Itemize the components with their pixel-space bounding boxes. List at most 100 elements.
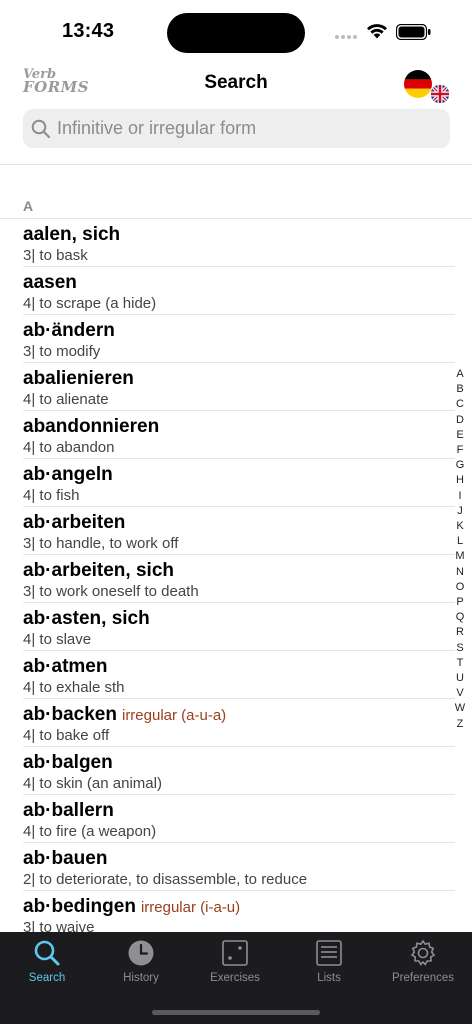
verb-meaning: 4| to slave bbox=[23, 631, 92, 648]
index-letter[interactable]: W bbox=[455, 701, 465, 716]
verb-meaning: 4| to scrape (a hide) bbox=[23, 295, 157, 312]
index-letter[interactable]: F bbox=[457, 443, 464, 458]
index-letter[interactable]: U bbox=[456, 671, 464, 686]
list-item[interactable]: abandonnieren 4| to abandon bbox=[23, 411, 455, 459]
status-bar: 13:43 bbox=[0, 0, 472, 64]
tab-search[interactable]: Search bbox=[0, 932, 94, 992]
verb-meaning: 3| to handle, to work off bbox=[23, 535, 179, 552]
tab-label: Lists bbox=[317, 972, 341, 984]
verb-headword: ab·ballern bbox=[23, 800, 114, 822]
language-switch-button[interactable] bbox=[404, 70, 450, 104]
index-letter[interactable]: E bbox=[456, 428, 463, 443]
index-letter[interactable]: C bbox=[456, 397, 464, 412]
verb-meaning: 2| to deteriorate, to disassemble, to re… bbox=[23, 871, 308, 888]
list-item[interactable]: ab·asten, sich 4| to slave bbox=[23, 603, 455, 651]
clock-icon bbox=[128, 940, 154, 966]
list-item[interactable]: ab·balgen 4| to skin (an animal) bbox=[23, 747, 455, 795]
search-icon bbox=[34, 940, 60, 966]
index-letter[interactable]: S bbox=[456, 641, 463, 656]
list-item[interactable]: ab·atmen 4| to exhale sth bbox=[23, 651, 455, 699]
list-item[interactable]: ab·arbeiten 3| to handle, to work off bbox=[23, 507, 455, 555]
verb-meaning: 3| to work oneself to death bbox=[23, 583, 199, 600]
index-letter[interactable]: I bbox=[458, 489, 461, 504]
verb-infinitive: ab·arbeiten bbox=[23, 512, 126, 533]
list-item[interactable]: ab·bedingen irregular (i-a-u) 3| to waive bbox=[23, 891, 455, 932]
list-item[interactable]: aalen, sich 3| to bask bbox=[23, 219, 455, 267]
navigation-bar: Verb FORMS Search bbox=[0, 64, 472, 104]
index-letter[interactable]: V bbox=[456, 686, 463, 701]
verb-infinitive: aalen, sich bbox=[23, 224, 121, 245]
verb-list[interactable]: A aalen, sich 3| to bask aasen 4| to scrape… bbox=[0, 196, 472, 932]
verb-meaning: 4| to fire (a weapon) bbox=[23, 823, 157, 840]
search-input[interactable] bbox=[57, 109, 437, 148]
irregular-badge: irregular (a-u-a) bbox=[121, 707, 227, 724]
status-time: 13:43 bbox=[62, 20, 115, 42]
list-icon bbox=[316, 940, 342, 966]
list-item[interactable]: abalienieren 4| to alienate bbox=[23, 363, 455, 411]
list-item[interactable]: ab·bauen 2| to deteriorate, to disassembl… bbox=[23, 843, 455, 891]
index-letter[interactable]: Q bbox=[456, 610, 465, 625]
index-letter[interactable]: L bbox=[457, 534, 463, 549]
verb-meaning: 4| to fish bbox=[23, 487, 80, 504]
index-letter[interactable]: D bbox=[456, 413, 464, 428]
list-item[interactable]: ab·ballern 4| to fire (a weapon) bbox=[23, 795, 455, 843]
index-letter[interactable]: T bbox=[457, 656, 464, 671]
verb-headword: ab·arbeiten, sich bbox=[23, 560, 174, 582]
verb-headword: ab·backen irregular (a-u-a) bbox=[23, 704, 226, 727]
verb-meaning: 4| to skin (an animal) bbox=[23, 775, 162, 792]
verb-meaning: 3| to bask bbox=[23, 247, 88, 264]
list-item[interactable]: ab·arbeiten, sich 3| to work oneself to d… bbox=[23, 555, 455, 603]
verb-infinitive: ab·angeln bbox=[23, 464, 113, 485]
gear-icon bbox=[410, 939, 436, 966]
verb-meaning: 4| to exhale sth bbox=[23, 679, 125, 696]
tab-exercises[interactable]: Exercises bbox=[188, 932, 282, 992]
verb-meaning: 4| to bake off bbox=[23, 727, 110, 744]
verb-headword: abalienieren bbox=[23, 368, 134, 390]
dice-icon bbox=[222, 940, 248, 966]
verb-infinitive: ab·ändern bbox=[23, 320, 115, 341]
content-area: 13:43 Verb FORMS Search Infinitive or ir… bbox=[0, 0, 472, 932]
section-header: A bbox=[0, 196, 472, 219]
verb-infinitive: ab·backen bbox=[23, 704, 117, 725]
tab-label: Preferences bbox=[391, 972, 454, 984]
home-indicator bbox=[152, 1010, 320, 1015]
verb-infinitive: aasen bbox=[23, 272, 77, 293]
index-letter[interactable]: J bbox=[457, 504, 463, 519]
tab-preferences[interactable]: Preferences bbox=[376, 932, 470, 992]
list-item[interactable]: ab·backen irregular (a-u-a) 4| to bake off bbox=[23, 699, 455, 747]
alphabet-index[interactable]: ABCDEFGHIJKLMNOPQRSTUVWZ bbox=[453, 367, 467, 732]
index-letter[interactable]: N bbox=[456, 565, 464, 580]
index-letter[interactable]: M bbox=[455, 549, 464, 564]
index-letter[interactable]: P bbox=[456, 595, 463, 610]
verb-headword: ab·bedingen irregular (i-a-u) bbox=[23, 896, 240, 919]
verb-headword: ab·ändern bbox=[23, 320, 115, 342]
index-letter[interactable]: Z bbox=[457, 717, 464, 732]
uk-flag-icon bbox=[430, 84, 450, 104]
tab-history[interactable]: History bbox=[94, 932, 188, 992]
index-letter[interactable]: A bbox=[456, 367, 463, 382]
verb-headword: aalen, sich bbox=[23, 224, 120, 246]
german-flag-icon bbox=[404, 70, 432, 98]
list-item[interactable]: aasen 4| to scrape (a hide) bbox=[23, 267, 455, 315]
verb-infinitive: ab·bedingen bbox=[23, 896, 136, 917]
header-divider bbox=[0, 164, 472, 165]
wifi-icon bbox=[367, 24, 387, 39]
index-letter[interactable]: R bbox=[456, 625, 464, 640]
index-letter[interactable]: O bbox=[456, 580, 465, 595]
index-letter[interactable]: K bbox=[456, 519, 463, 534]
index-letter[interactable]: G bbox=[456, 458, 465, 473]
index-letter[interactable]: B bbox=[456, 382, 463, 397]
search-bar[interactable] bbox=[23, 109, 450, 148]
verb-infinitive: ab·atmen bbox=[23, 656, 108, 677]
verb-infinitive: ab·bauen bbox=[23, 848, 108, 869]
verb-infinitive: ab·asten, sich bbox=[23, 608, 150, 629]
dynamic-island bbox=[167, 13, 305, 53]
tab-lists[interactable]: Lists bbox=[282, 932, 376, 992]
verb-headword: aasen bbox=[23, 272, 77, 294]
index-letter[interactable]: H bbox=[456, 473, 464, 488]
verb-infinitive: ab·balgen bbox=[23, 752, 113, 773]
verb-headword: ab·bauen bbox=[23, 848, 107, 870]
verb-headword: ab·angeln bbox=[23, 464, 113, 486]
list-item[interactable]: ab·angeln 4| to fish bbox=[23, 459, 455, 507]
list-item[interactable]: ab·ändern 3| to modify bbox=[23, 315, 455, 363]
